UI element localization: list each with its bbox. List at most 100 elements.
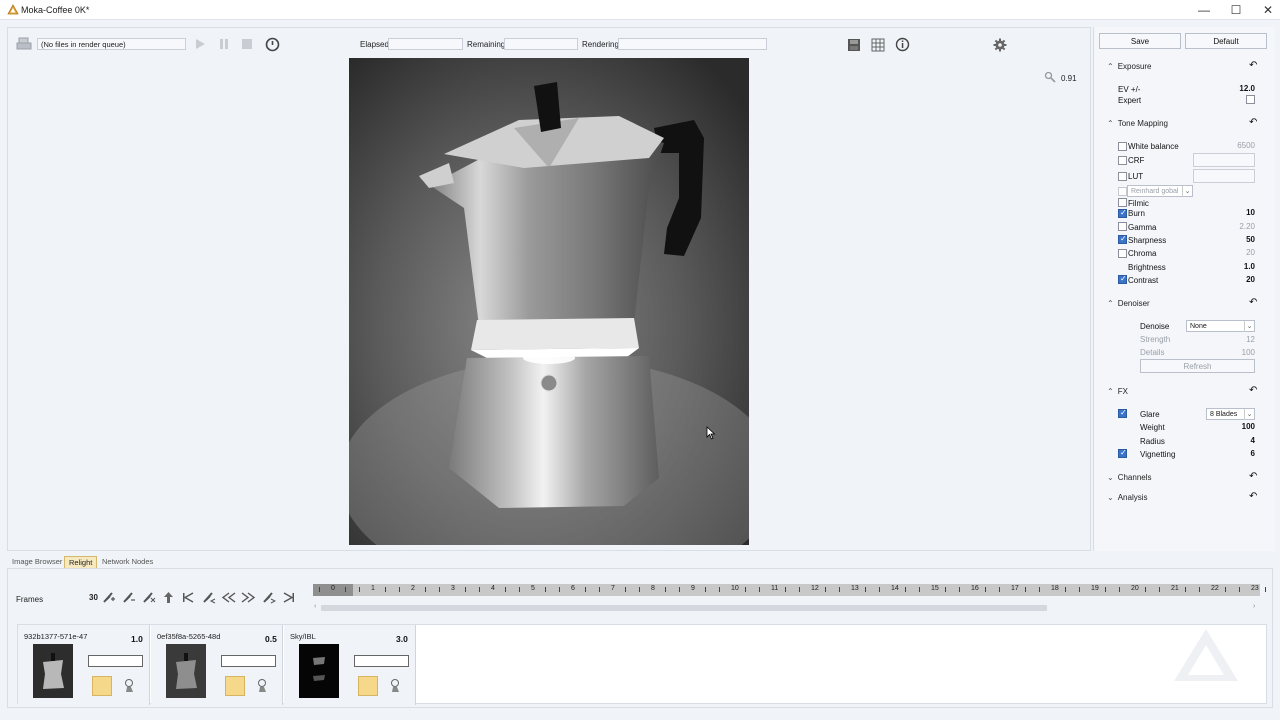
crf-picker[interactable] bbox=[1193, 153, 1255, 167]
render-queue-field[interactable]: (No files in render queue) bbox=[37, 38, 186, 50]
contrast-value[interactable]: 20 bbox=[1215, 275, 1255, 284]
burn-checkbox[interactable] bbox=[1118, 209, 1127, 218]
info-icon[interactable] bbox=[894, 36, 910, 52]
timeline-tick-label[interactable]: 9 bbox=[691, 585, 695, 592]
vignetting-value[interactable]: 6 bbox=[1215, 449, 1255, 458]
ev-value[interactable]: 12.0 bbox=[1215, 84, 1255, 93]
strength-value[interactable]: 12 bbox=[1215, 335, 1255, 344]
first-frame-icon[interactable] bbox=[181, 590, 196, 605]
timeline-tick-label[interactable]: 11 bbox=[771, 585, 778, 592]
light-color-swatch[interactable] bbox=[358, 676, 378, 696]
prev-keyframe-icon[interactable] bbox=[201, 590, 216, 605]
scroll-left-icon[interactable]: ‹ bbox=[314, 603, 316, 610]
timeline-tick-label[interactable]: 1 bbox=[371, 585, 375, 592]
light-group-color-bar[interactable] bbox=[88, 655, 143, 667]
render-viewport[interactable] bbox=[349, 58, 749, 545]
timeline-tick-label[interactable]: 12 bbox=[811, 585, 819, 592]
maximize-button[interactable]: ☐ bbox=[1220, 0, 1252, 20]
vignetting-checkbox[interactable] bbox=[1118, 449, 1127, 458]
chroma-checkbox[interactable] bbox=[1118, 249, 1127, 258]
timeline-tick-label[interactable]: 8 bbox=[651, 585, 655, 592]
light-color-swatch[interactable] bbox=[225, 676, 245, 696]
denoiser-section-header[interactable]: ⌃ Denoiser bbox=[1107, 299, 1150, 308]
rewind-icon[interactable] bbox=[221, 590, 236, 605]
timeline-tick-label[interactable]: 21 bbox=[1171, 585, 1179, 592]
tab-image-browser[interactable]: Image Browser bbox=[8, 556, 66, 568]
timeline-tick-label[interactable]: 23 bbox=[1251, 585, 1259, 592]
sharpness-value[interactable]: 50 bbox=[1215, 235, 1255, 244]
light-group-intensity[interactable]: 3.0 bbox=[396, 634, 408, 644]
add-keyframe-icon[interactable] bbox=[101, 590, 116, 605]
default-button[interactable]: Default bbox=[1185, 33, 1267, 49]
sharpness-checkbox[interactable] bbox=[1118, 235, 1127, 244]
weight-value[interactable]: 100 bbox=[1215, 422, 1255, 431]
tab-relight[interactable]: Relight bbox=[64, 556, 98, 568]
light-color-swatch[interactable] bbox=[92, 676, 112, 696]
gear-icon[interactable] bbox=[992, 37, 1007, 52]
denoise-select[interactable]: None ⌄ bbox=[1186, 320, 1255, 332]
save-button[interactable]: Save bbox=[1099, 33, 1181, 49]
upload-icon[interactable] bbox=[161, 590, 176, 605]
analysis-section-header[interactable]: ⌄ Analysis bbox=[1107, 493, 1148, 502]
light-group-intensity[interactable]: 1.0 bbox=[131, 634, 143, 644]
light-group-color-bar[interactable] bbox=[221, 655, 276, 667]
expert-checkbox[interactable] bbox=[1246, 95, 1255, 104]
zoom-icon[interactable] bbox=[1044, 71, 1056, 83]
save-image-icon[interactable] bbox=[846, 37, 861, 52]
timeline-tick-label[interactable]: 7 bbox=[611, 585, 615, 592]
timeline-tick-label[interactable]: 10 bbox=[731, 585, 739, 592]
analysis-reset-icon[interactable]: ↶ bbox=[1249, 491, 1257, 502]
light-picker-icon[interactable] bbox=[389, 678, 403, 694]
pause-button[interactable] bbox=[217, 37, 231, 51]
minimize-button[interactable]: — bbox=[1188, 0, 1220, 20]
light-picker-icon[interactable] bbox=[256, 678, 270, 694]
white-balance-checkbox[interactable] bbox=[1118, 142, 1127, 151]
glare-checkbox[interactable] bbox=[1118, 409, 1127, 418]
burn-value[interactable]: 10 bbox=[1215, 208, 1255, 217]
tab-network-nodes[interactable]: Network Nodes bbox=[98, 556, 157, 568]
radius-value[interactable]: 4 bbox=[1215, 436, 1255, 445]
timeline-tick-label[interactable]: 19 bbox=[1091, 585, 1099, 592]
filmic-checkbox[interactable] bbox=[1118, 198, 1127, 207]
light-group-intensity[interactable]: 0.5 bbox=[265, 634, 277, 644]
fx-section-header[interactable]: ⌃ FX bbox=[1107, 387, 1128, 396]
white-balance-value[interactable]: 6500 bbox=[1215, 141, 1255, 150]
tone-mapping-reset-icon[interactable]: ↶ bbox=[1249, 117, 1257, 128]
timeline-tick-label[interactable]: 18 bbox=[1051, 585, 1059, 592]
tonemap-operator-select[interactable]: Reinhard gobal ⌄ bbox=[1127, 185, 1193, 197]
fast-forward-icon[interactable] bbox=[241, 590, 256, 605]
denoiser-reset-icon[interactable]: ↶ bbox=[1249, 297, 1257, 308]
reinhard-checkbox[interactable] bbox=[1118, 187, 1127, 196]
grid-icon[interactable] bbox=[870, 37, 885, 52]
timeline-tick-label[interactable]: 16 bbox=[971, 585, 979, 592]
frames-count[interactable]: 30 bbox=[89, 593, 98, 602]
light-group-color-bar[interactable] bbox=[354, 655, 409, 667]
remove-keyframe-icon[interactable] bbox=[121, 590, 136, 605]
frames-timeline[interactable]: 0 1 2 3 4 5 6 7 8 9 10 11 12 13 14 15 16 17 18 19 20 21 22 23 bbox=[313, 584, 1266, 596]
refresh-button[interactable]: Refresh bbox=[1140, 359, 1255, 373]
timeline-tick-label[interactable]: 14 bbox=[891, 585, 899, 592]
lut-picker[interactable] bbox=[1193, 169, 1255, 183]
crf-checkbox[interactable] bbox=[1118, 156, 1127, 165]
gamma-value[interactable]: 2.20 bbox=[1215, 222, 1255, 231]
tone-mapping-section-header[interactable]: ⌃ Tone Mapping bbox=[1107, 119, 1168, 128]
timeline-tick-label[interactable]: 0 bbox=[331, 585, 335, 592]
refresh-render-button[interactable] bbox=[264, 36, 280, 52]
exposure-section-header[interactable]: ⌃ Exposure bbox=[1107, 62, 1152, 71]
edit-keyframe-icon[interactable] bbox=[141, 590, 156, 605]
timeline-tick-label[interactable]: 20 bbox=[1131, 585, 1139, 592]
last-frame-icon[interactable] bbox=[281, 590, 296, 605]
timeline-scrollbar[interactable]: ‹ › bbox=[313, 603, 1260, 613]
brightness-value[interactable]: 1.0 bbox=[1215, 262, 1255, 271]
contrast-checkbox[interactable] bbox=[1118, 275, 1127, 284]
exposure-reset-icon[interactable]: ↶ bbox=[1249, 60, 1257, 71]
lut-checkbox[interactable] bbox=[1118, 172, 1127, 181]
gamma-checkbox[interactable] bbox=[1118, 222, 1127, 231]
timeline-tick-label[interactable]: 17 bbox=[1011, 585, 1019, 592]
chroma-value[interactable]: 20 bbox=[1215, 248, 1255, 257]
render-queue-icon[interactable] bbox=[16, 37, 32, 51]
glare-select[interactable]: 8 Blades ⌄ bbox=[1206, 408, 1255, 420]
scroll-right-icon[interactable]: › bbox=[1253, 603, 1255, 610]
timeline-tick-label[interactable]: 6 bbox=[571, 585, 575, 592]
next-keyframe-icon[interactable] bbox=[261, 590, 277, 605]
